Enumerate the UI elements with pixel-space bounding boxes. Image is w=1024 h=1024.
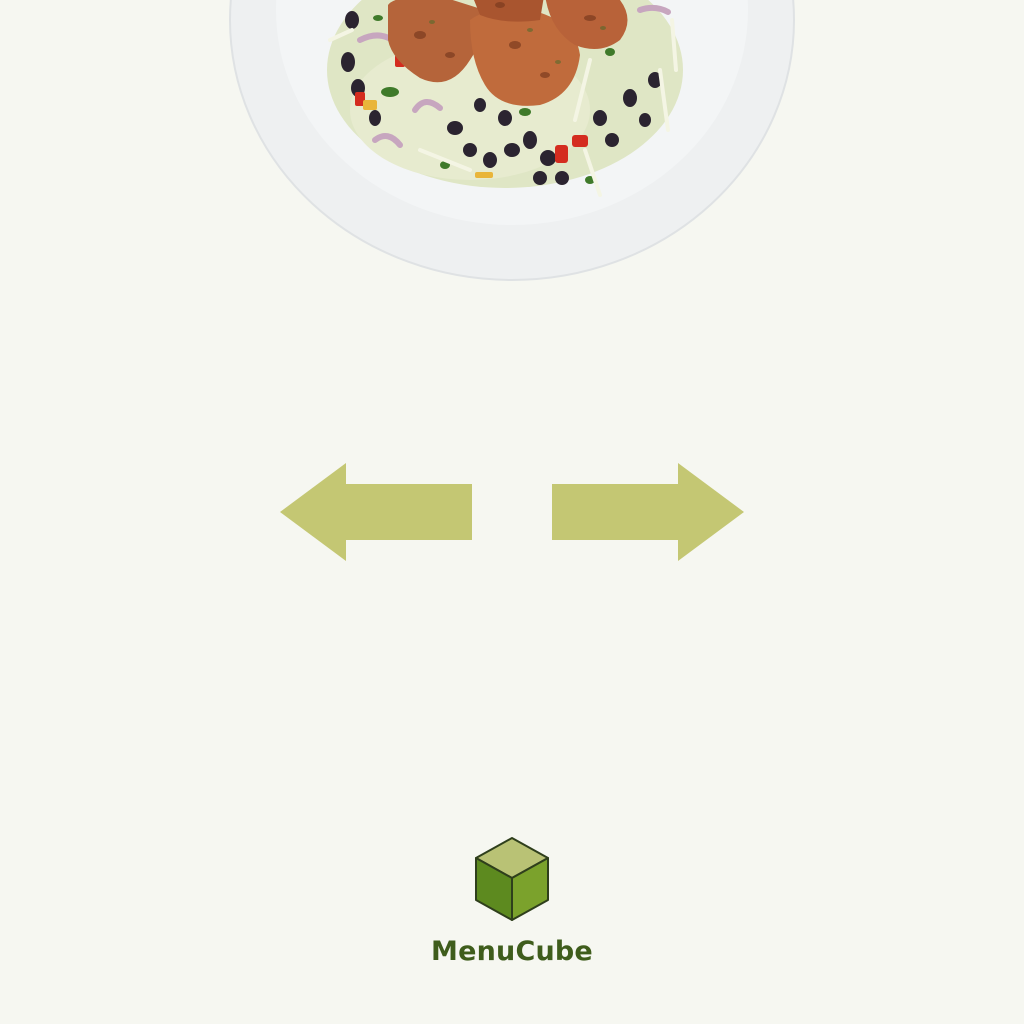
cube-logo-icon	[475, 837, 549, 921]
brand-name: MenuCube	[431, 936, 593, 967]
brand-block: MenuCube	[412, 836, 612, 976]
menu-item-carousel: MenuCube	[0, 0, 1024, 1024]
arrow-left-icon[interactable]	[280, 463, 472, 561]
arrow-right-icon[interactable]	[552, 463, 744, 561]
dish-photo	[229, 0, 795, 281]
